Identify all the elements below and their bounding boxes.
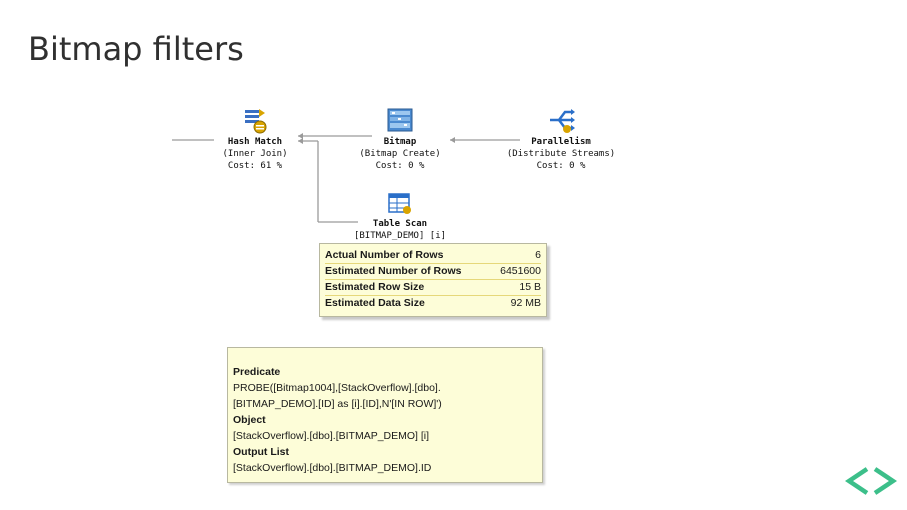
table-scan-icon [388,193,411,214]
row-label: Estimated Number of Rows [325,265,462,277]
object-text: [StackOverflow].[dbo].[BITMAP_DEMO] [i] [233,430,430,442]
predicate-text-line2: [BITMAP_DEMO].[ID] as [i].[ID],N'[IN ROW… [233,398,442,410]
parallelism-subtitle: (Distribute Streams) [506,149,616,159]
tooltip-row: Estimated Row Size 15 B [325,280,541,296]
bitmap-node[interactable]: Bitmap (Bitmap Create) Cost: 0 % [345,108,455,172]
row-value: 6451600 [500,265,541,277]
tooltip-row: Estimated Data Size 92 MB [325,296,541,311]
hash-match-subtitle: (Inner Join) [222,149,288,159]
operator-details-tooltip: Predicate PROBE([Bitmap1004],[StackOverf… [227,347,543,483]
output-list-heading: Output List [233,446,289,458]
parallelism-icon [550,109,575,133]
tooltip-row: Actual Number of Rows 6 [325,248,541,264]
table-scan-node[interactable]: Table Scan [BITMAP_DEMO] [i] [345,192,455,242]
object-heading: Object [233,414,266,426]
predicate-text-line1: PROBE([Bitmap1004],[StackOverflow].[dbo]… [233,382,441,394]
output-list-text: [StackOverflow].[dbo].[BITMAP_DEMO].ID [233,462,432,474]
chevron-left-icon[interactable] [845,467,869,495]
bitmap-icon [387,108,413,132]
hash-match-icon [245,109,267,134]
row-label: Actual Number of Rows [325,249,444,261]
parallelism-label: Parallelism [531,137,591,147]
chevron-right-icon[interactable] [873,467,897,495]
row-label: Estimated Data Size [325,297,425,309]
hash-match-label: Hash Match [227,137,283,147]
row-value: 15 B [519,281,541,293]
bitmap-cost: Cost: 0 % [375,161,425,171]
row-value: 92 MB [510,297,541,309]
slide-nav [845,467,897,495]
row-value: 6 [535,249,541,261]
predicate-heading: Predicate [233,366,281,378]
parallelism-node[interactable]: Parallelism (Distribute Streams) Cost: 0… [496,108,626,172]
hash-match-cost: Cost: 61 % [227,161,283,171]
hash-match-node[interactable]: Hash Match (Inner Join) Cost: 61 % [210,108,300,172]
bitmap-subtitle: (Bitmap Create) [359,149,441,159]
row-estimates-tooltip: Actual Number of Rows 6 Estimated Number… [319,243,547,317]
row-label: Estimated Row Size [325,281,425,293]
parallelism-cost: Cost: 0 % [536,161,586,171]
table-scan-label: Table Scan [372,219,428,229]
bitmap-label: Bitmap [383,137,417,147]
tooltip-row: Estimated Number of Rows 6451600 [325,264,541,280]
table-scan-subtitle: [BITMAP_DEMO] [i] [353,231,447,241]
